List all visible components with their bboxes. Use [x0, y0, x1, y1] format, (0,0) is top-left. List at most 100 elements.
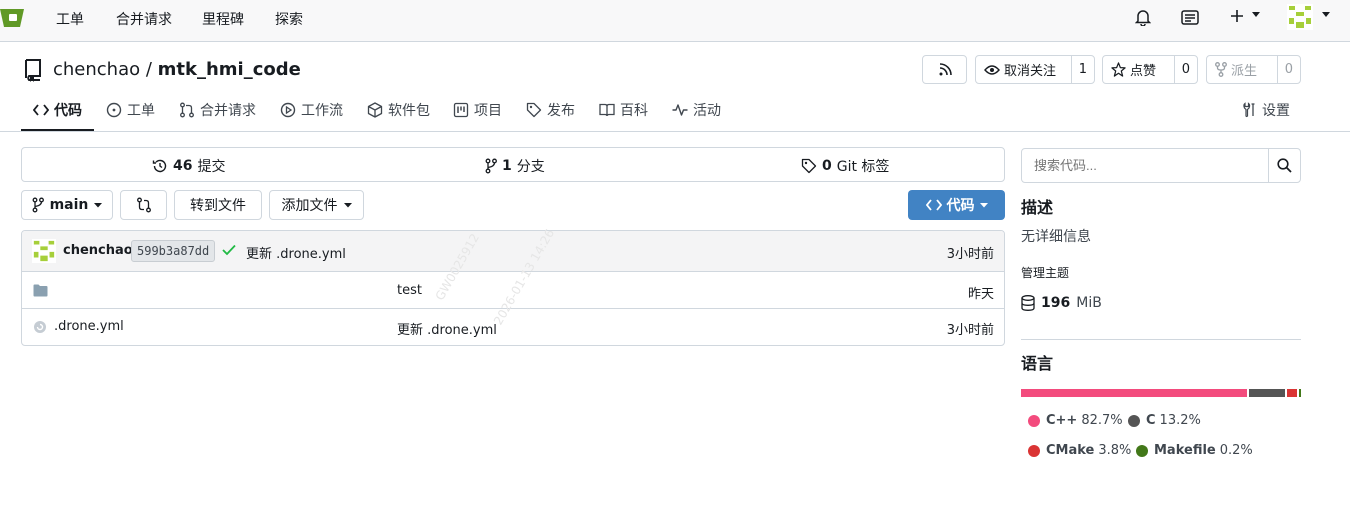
avatar[interactable]	[32, 239, 56, 263]
code-icon	[925, 199, 942, 211]
fork-button[interactable]: 派生 0	[1206, 55, 1301, 84]
plus-icon[interactable]	[1229, 8, 1245, 24]
sidebar-divider	[1021, 339, 1301, 340]
stopwatch-icon[interactable]	[1181, 10, 1199, 25]
tab-wiki-label: 百科	[620, 103, 648, 119]
manage-topics-link[interactable]: 管理主题	[1021, 264, 1069, 281]
gitea-logo[interactable]	[0, 5, 26, 29]
repo-owner-link[interactable]: chenchao	[53, 59, 140, 80]
branches-stat[interactable]: 1 分支	[485, 156, 545, 176]
tab-projects[interactable]: 项目	[453, 100, 502, 120]
tab-wiki[interactable]: 百科	[599, 100, 648, 120]
nav-explore[interactable]: 探索	[275, 9, 303, 29]
tab-packages[interactable]: 软件包	[367, 100, 430, 120]
clone-code-button[interactable]: 代码	[908, 190, 1005, 220]
fork-icon	[1215, 62, 1227, 77]
check-icon[interactable]	[222, 244, 236, 256]
search-input[interactable]	[1022, 149, 1269, 182]
compare-button[interactable]	[120, 190, 167, 220]
commit-author[interactable]: chenchao	[63, 243, 133, 258]
watch-count[interactable]: 1	[1070, 56, 1094, 83]
tools-icon	[1241, 102, 1257, 118]
list-item[interactable]: .drone.yml 更新 .drone.yml 3小时前	[22, 309, 1004, 345]
language-percent: 82.7%	[1081, 413, 1123, 428]
tab-divider	[0, 131, 1350, 132]
tab-packages-label: 软件包	[388, 103, 430, 119]
language-color-dot	[1028, 414, 1040, 427]
repo-icon	[23, 58, 43, 82]
branch-icon	[485, 158, 497, 174]
nav-pull-requests[interactable]: 合并请求	[116, 9, 172, 29]
branch-icon	[32, 197, 44, 213]
folder-icon	[33, 284, 48, 297]
language-item: Makefile 0.2%	[1136, 443, 1253, 458]
tags-label: Git 标签	[836, 159, 890, 175]
repo-size-num: 196	[1041, 295, 1071, 311]
add-file-button[interactable]: 添加文件	[269, 190, 364, 220]
go-to-file-label: 转到文件	[190, 198, 246, 214]
file-commit-time: 3小时前	[946, 323, 994, 338]
tab-pull-requests-label: 合并请求	[200, 103, 256, 119]
bell-icon[interactable]	[1135, 8, 1151, 26]
tab-actions[interactable]: 工作流	[280, 100, 343, 120]
go-to-file-button[interactable]: 转到文件	[174, 190, 262, 220]
fork-count[interactable]: 0	[1276, 56, 1300, 83]
watch-button[interactable]: 取消关注 1	[975, 55, 1095, 84]
tab-releases[interactable]: 发布	[526, 100, 575, 120]
commit-sha[interactable]: 599b3a87dd	[131, 240, 216, 262]
language-color-dot	[1128, 414, 1140, 427]
search-button[interactable]	[1268, 149, 1300, 182]
star-label: 点赞	[1130, 64, 1157, 79]
play-icon	[280, 102, 296, 118]
language-bar-segment	[1299, 389, 1301, 397]
language-color-dot	[1028, 444, 1040, 457]
database-icon	[1021, 295, 1035, 311]
branch-selector[interactable]: main	[21, 190, 113, 220]
file-commit-message[interactable]: test	[397, 283, 422, 298]
commits-stat[interactable]: 46 提交	[152, 156, 225, 176]
list-item[interactable]: test 昨天	[22, 272, 1004, 309]
file-commit-time: 昨天	[967, 287, 994, 302]
avatar[interactable]	[1287, 4, 1313, 30]
tab-code-label: 代码	[54, 103, 82, 119]
tab-activity[interactable]: 活动	[672, 100, 721, 120]
tab-releases-label: 发布	[547, 103, 575, 119]
commits-label: 提交	[197, 159, 226, 175]
tags-stat[interactable]: 0 Git 标签	[801, 156, 889, 176]
pull-request-icon	[179, 102, 195, 118]
tags-count: 0	[822, 158, 832, 174]
repo-size: 196 MiB	[1021, 295, 1102, 311]
tab-pull-requests[interactable]: 合并请求	[179, 100, 256, 120]
tab-issues[interactable]: 工单	[106, 100, 155, 120]
language-name: Makefile	[1154, 443, 1216, 458]
repo-name-link[interactable]: mtk_hmi_code	[158, 59, 301, 80]
file-name[interactable]: .drone.yml	[54, 319, 124, 334]
tag-icon	[801, 158, 817, 174]
book-icon	[599, 103, 615, 117]
star-count[interactable]: 0	[1173, 56, 1197, 83]
file-commit-message[interactable]: 更新 .drone.yml	[397, 319, 497, 338]
commit-message[interactable]: 更新 .drone.yml	[246, 243, 346, 262]
language-name: CMake	[1046, 443, 1095, 458]
language-percent: 3.8%	[1098, 443, 1132, 458]
repo-size-unit: MiB	[1076, 295, 1102, 311]
nav-issues[interactable]: 工单	[56, 9, 84, 29]
commits-count: 46	[173, 158, 193, 174]
nav-milestones[interactable]: 里程碑	[202, 9, 244, 29]
history-icon	[152, 158, 168, 174]
chevron-down-icon	[979, 202, 988, 208]
tab-settings[interactable]: 设置	[1241, 100, 1290, 120]
chevron-down-icon	[343, 202, 352, 208]
issue-icon	[106, 102, 122, 118]
watch-label: 取消关注	[1004, 64, 1057, 79]
commit-time: 3小时前	[946, 247, 994, 262]
tab-code[interactable]: 代码	[33, 100, 82, 120]
language-color-dot	[1136, 444, 1148, 457]
search-icon	[1277, 158, 1292, 173]
rss-button[interactable]	[922, 55, 967, 84]
package-icon	[367, 102, 383, 118]
branches-count: 1	[502, 158, 512, 174]
star-button[interactable]: 点赞 0	[1102, 55, 1198, 84]
latest-commit-row: chenchao 599b3a87dd 更新 .drone.yml 3小时前	[22, 231, 1004, 272]
repo-stats-bar: 46 提交 1 分支 0 Git 标签	[21, 147, 1005, 182]
